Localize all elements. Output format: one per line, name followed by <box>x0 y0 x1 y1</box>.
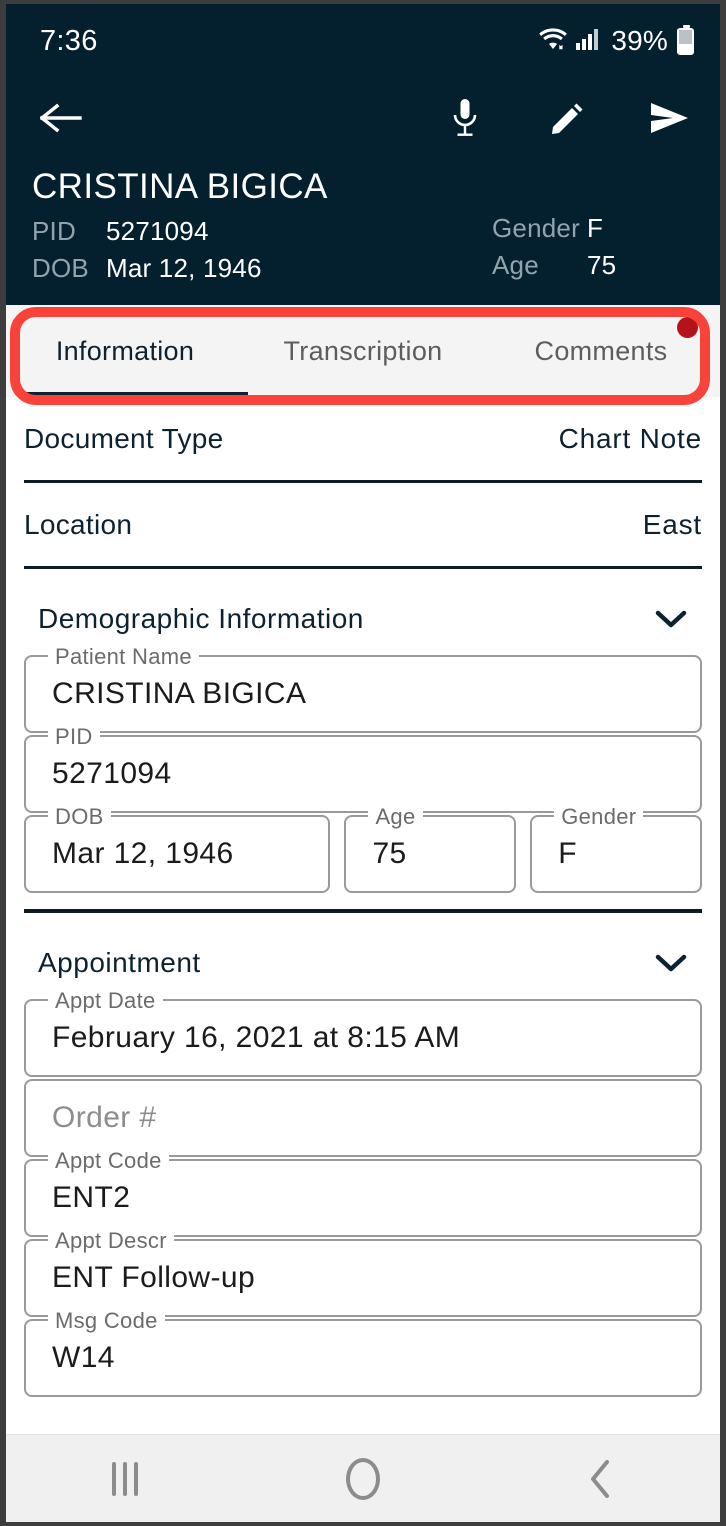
form-sections: Demographic InformationPatient NameCRIST… <box>6 569 720 1397</box>
text-field[interactable]: PID5271094 <box>24 735 702 813</box>
field-value: Mar 12, 1946 <box>52 837 234 871</box>
nav-back-icon[interactable] <box>541 1435 661 1522</box>
patient-secondary-info: Gender F Age 75 <box>492 166 616 287</box>
field-label: Appt Code <box>48 1148 169 1174</box>
patient-age-row: Age 75 <box>492 247 616 284</box>
info-row-value: East <box>643 509 702 541</box>
app-bar-actions <box>442 95 692 141</box>
field-label: Age <box>368 804 422 830</box>
info-rows: Document Type Chart Note Location East <box>6 397 720 569</box>
field-value: F <box>558 837 577 871</box>
field-label: DOB <box>48 804 111 830</box>
chevron-down-icon[interactable] <box>654 607 688 631</box>
text-field[interactable]: Msg CodeW14 <box>24 1319 702 1397</box>
tab-bar: Information Transcription Comments <box>6 305 720 397</box>
field-value: W14 <box>52 1341 115 1375</box>
status-bar: 7:36 39% <box>6 4 720 78</box>
information-panel: Document Type Chart Note Location East Demo… <box>6 397 720 1397</box>
info-row[interactable]: Document Type Chart Note <box>24 397 702 483</box>
age-value: 75 <box>587 247 616 284</box>
field-row: Appt CodeENT2 <box>24 1159 702 1237</box>
tab-label: Information <box>56 336 194 367</box>
section-title: Appointment <box>38 947 201 979</box>
tab-comments[interactable]: Comments <box>482 305 720 397</box>
android-nav-bar <box>6 1434 720 1522</box>
info-row[interactable]: Location East <box>24 483 702 569</box>
field-placeholder: Order # <box>52 1101 157 1135</box>
text-field[interactable]: Appt CodeENT2 <box>24 1159 702 1237</box>
phone-screen: 7:36 39% <box>0 0 726 1526</box>
home-icon[interactable] <box>303 1435 423 1522</box>
battery-icon <box>677 28 694 55</box>
text-field[interactable]: GenderF <box>530 815 702 893</box>
microphone-icon[interactable] <box>442 95 488 141</box>
field-label: PID <box>48 724 100 750</box>
field-label: Msg Code <box>48 1308 165 1334</box>
wifi-icon <box>538 26 568 57</box>
patient-primary-info: CRISTINA BIGICA PID 5271094 DOB Mar 12, … <box>32 166 492 287</box>
active-tab-indicator <box>24 392 248 397</box>
field-row: PID5271094 <box>24 735 702 813</box>
info-row-label: Document Type <box>24 423 224 455</box>
field-label: Appt Date <box>48 988 163 1014</box>
field-label: Patient Name <box>48 644 199 670</box>
field-label: Appt Descr <box>48 1228 174 1254</box>
pid-value: 5271094 <box>106 213 209 250</box>
status-indicators: 39% <box>538 25 694 57</box>
text-field[interactable]: Appt DateFebruary 16, 2021 at 8:15 AM <box>24 999 702 1077</box>
battery-percent-label: 39% <box>611 25 668 57</box>
text-field[interactable]: Appt DescrENT Follow-up <box>24 1239 702 1317</box>
patient-pid-row: PID 5271094 <box>32 213 492 250</box>
patient-banner: CRISTINA BIGICA PID 5271094 DOB Mar 12, … <box>6 158 720 305</box>
back-arrow-icon[interactable] <box>38 95 84 141</box>
pid-label: PID <box>32 213 106 250</box>
gender-value: F <box>587 210 603 247</box>
form-section: AppointmentAppt DateFebruary 16, 2021 at… <box>6 913 720 1397</box>
section-title: Demographic Information <box>38 603 364 635</box>
form-section: Demographic InformationPatient NameCRIST… <box>6 569 720 913</box>
status-time: 7:36 <box>40 25 98 58</box>
patient-gender-row: Gender F <box>492 210 616 247</box>
text-field[interactable]: Order # <box>24 1079 702 1157</box>
tab-label: Comments <box>535 336 668 367</box>
field-row: Order # <box>24 1079 702 1157</box>
recents-icon[interactable] <box>65 1435 185 1522</box>
info-row-value: Chart Note <box>559 423 702 455</box>
field-value: February 16, 2021 at 8:15 AM <box>52 1021 460 1055</box>
field-value: 75 <box>372 837 406 871</box>
send-icon[interactable] <box>646 95 692 141</box>
app-bar <box>6 78 720 158</box>
field-row: Patient NameCRISTINA BIGICA <box>24 655 702 733</box>
field-value: 5271094 <box>52 757 172 791</box>
tab-list: Information Transcription Comments <box>6 305 720 397</box>
tab-label: Transcription <box>284 336 443 367</box>
dob-value: Mar 12, 1946 <box>106 250 262 287</box>
field-value: ENT2 <box>52 1181 130 1215</box>
gender-label: Gender <box>492 210 587 247</box>
unread-badge-dot <box>677 317 698 338</box>
field-row: DOBMar 12, 1946Age75GenderF <box>24 815 702 893</box>
chevron-down-icon[interactable] <box>654 951 688 975</box>
patient-name: CRISTINA BIGICA <box>32 166 492 207</box>
text-field[interactable]: Patient NameCRISTINA BIGICA <box>24 655 702 733</box>
text-field[interactable]: DOBMar 12, 1946 <box>24 815 330 893</box>
field-value: ENT Follow-up <box>52 1261 255 1295</box>
tab-information[interactable]: Information <box>6 305 244 397</box>
age-label: Age <box>492 247 587 284</box>
cellular-signal-icon <box>575 27 601 56</box>
text-field[interactable]: Age75 <box>344 815 516 893</box>
pencil-edit-icon[interactable] <box>544 95 590 141</box>
field-row: Msg CodeW14 <box>24 1319 702 1397</box>
field-row: Appt DateFebruary 16, 2021 at 8:15 AM <box>24 999 702 1077</box>
patient-dob-row: DOB Mar 12, 1946 <box>32 250 492 287</box>
dob-label: DOB <box>32 250 106 287</box>
field-row: Appt DescrENT Follow-up <box>24 1239 702 1317</box>
info-row-label: Location <box>24 509 132 541</box>
field-value: CRISTINA BIGICA <box>52 677 306 711</box>
field-label: Gender <box>554 804 643 830</box>
tab-transcription[interactable]: Transcription <box>244 305 482 397</box>
